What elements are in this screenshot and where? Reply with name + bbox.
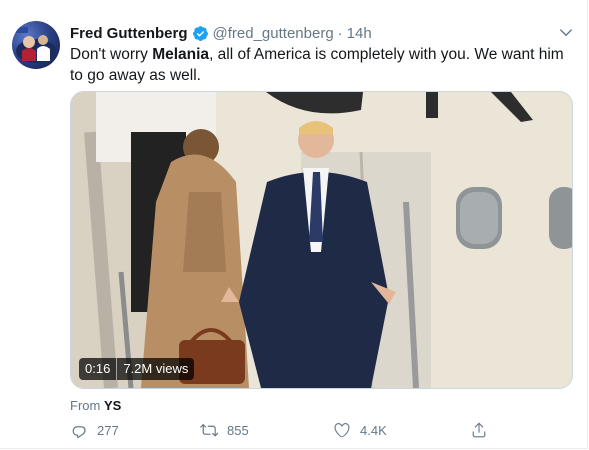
video-thumbnail <box>71 92 572 388</box>
tweet-actions: 277 855 4.4K <box>70 421 500 443</box>
video-info-badge: 0:16 7.2M views <box>79 358 195 380</box>
media-source: From YS <box>70 398 121 413</box>
reply-icon <box>72 426 86 439</box>
tweet-header: Fred Guttenberg @fred_guttenberg · 14h <box>70 22 571 44</box>
verified-badge-icon <box>192 25 209 42</box>
display-name[interactable]: Fred Guttenberg <box>70 25 188 42</box>
video-player[interactable]: 0:16 7.2M views <box>70 91 573 389</box>
chevron-down-icon[interactable] <box>557 24 575 42</box>
reply-button[interactable]: 277 <box>70 421 119 439</box>
tweet-card: Fred Guttenberg @fred_guttenberg · 14h D… <box>0 0 588 449</box>
retweet-icon <box>200 424 218 437</box>
tweet-text-bold: Melania <box>152 46 210 63</box>
retweet-button[interactable]: 855 <box>200 421 249 439</box>
source-prefix: From <box>70 398 101 413</box>
like-icon <box>334 423 350 438</box>
separator-dot: · <box>337 24 343 42</box>
tweet-text-part: Don't worry <box>70 46 153 63</box>
reply-count: 277 <box>97 422 119 438</box>
video-duration: 0:16 <box>85 361 111 376</box>
source-name[interactable]: YS <box>104 398 121 413</box>
share-icon <box>472 422 486 438</box>
retweet-count: 855 <box>227 422 249 438</box>
user-handle[interactable]: @fred_guttenberg <box>213 25 334 42</box>
like-count: 4.4K <box>360 422 387 438</box>
like-button[interactable]: 4.4K <box>333 421 387 439</box>
share-button[interactable] <box>470 421 497 439</box>
tweet-text: Don't worry Melania, all of America is c… <box>70 44 575 86</box>
video-views: 7.2M views <box>123 361 189 376</box>
avatar[interactable] <box>12 21 60 69</box>
timestamp[interactable]: 14h <box>347 25 372 42</box>
